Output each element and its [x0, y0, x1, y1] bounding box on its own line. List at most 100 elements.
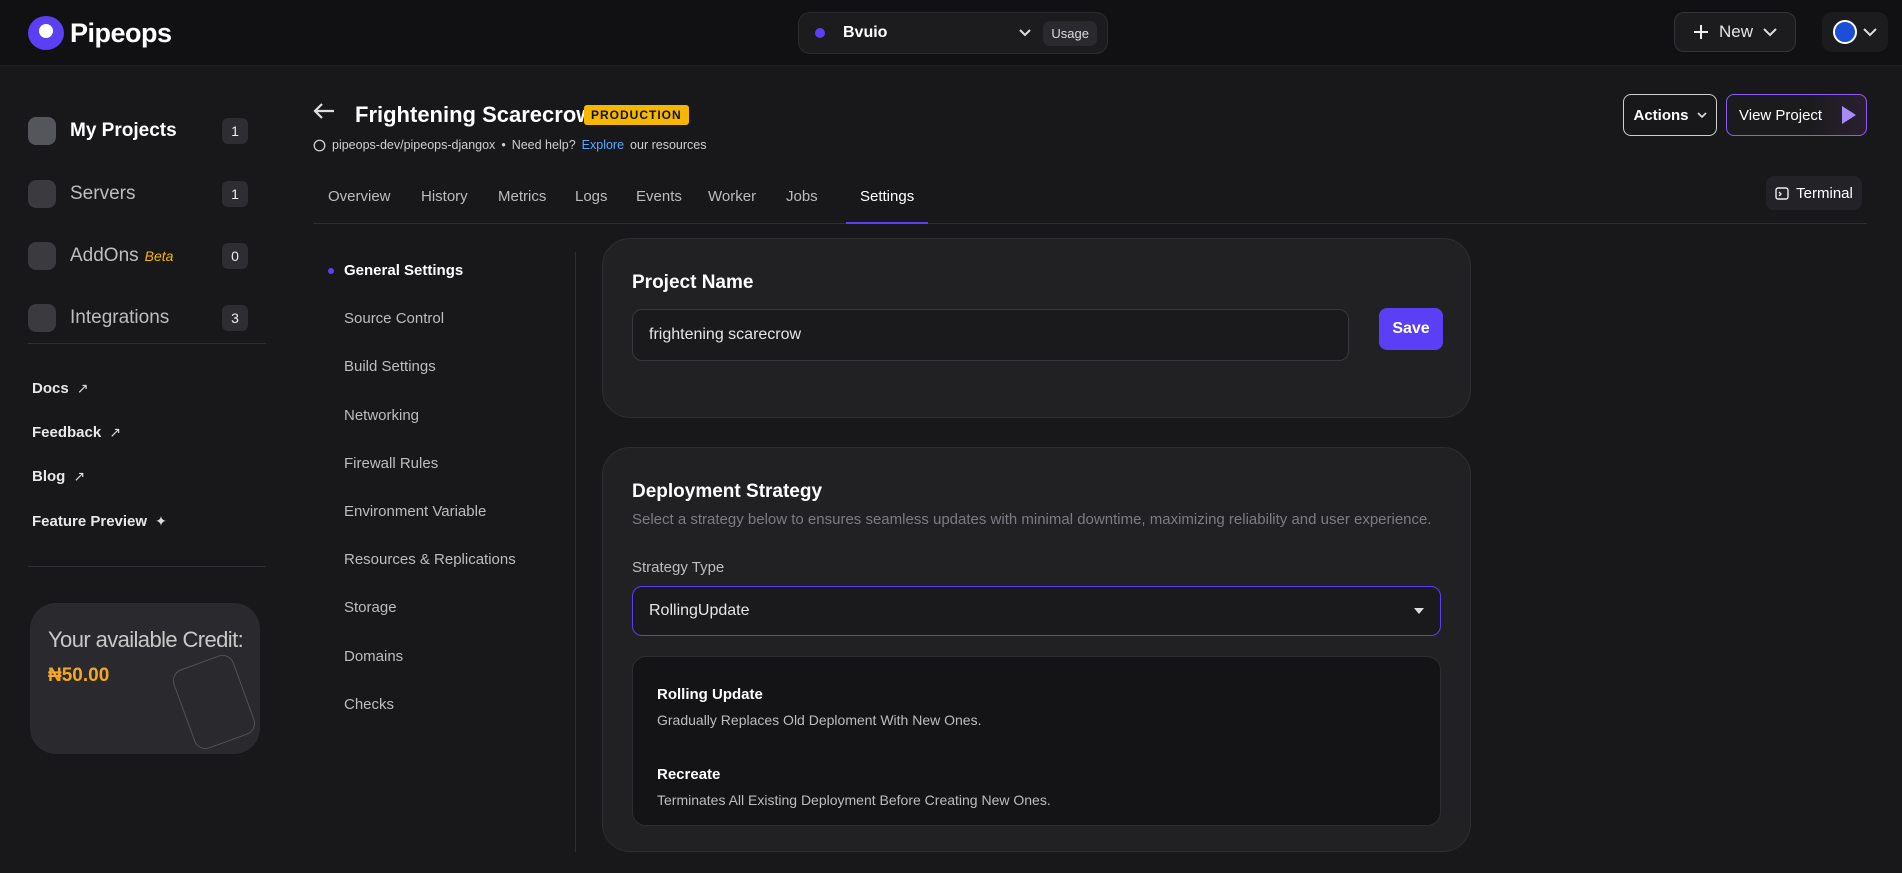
- puzzle-icon: [28, 304, 56, 332]
- explore-link[interactable]: Explore: [582, 138, 624, 152]
- plug-icon: [28, 242, 56, 270]
- settings-nav-build[interactable]: Build Settings: [344, 358, 436, 375]
- sidebar-item-addons[interactable]: AddOns Beta 0: [28, 239, 248, 273]
- help-suffix: our resources: [630, 138, 707, 152]
- feedback-link[interactable]: Feedback ↗: [32, 424, 121, 441]
- feature-preview-label: Feature Preview: [32, 513, 148, 530]
- active-indicator-icon: [328, 268, 334, 274]
- project-name-card: Project Name frightening scarecrow Save: [602, 238, 1471, 418]
- server-icon: [28, 180, 56, 208]
- count-badge: 1: [222, 181, 248, 207]
- docs-link[interactable]: Docs ↗: [32, 380, 88, 397]
- terminal-label: Terminal: [1796, 184, 1853, 202]
- tab-worker[interactable]: Worker: [708, 188, 756, 224]
- logo[interactable]: Pipeops: [28, 16, 172, 50]
- caret-down-icon: [1414, 608, 1424, 614]
- page-title: Frightening Scarecrow: [355, 102, 594, 127]
- option-description: Terminates All Existing Deployment Befor…: [657, 792, 1051, 808]
- tab-history[interactable]: History: [421, 188, 468, 224]
- settings-nav-firewall[interactable]: Firewall Rules: [344, 455, 438, 472]
- option-title: Rolling Update: [657, 686, 763, 703]
- card-title: Project Name: [632, 272, 754, 293]
- terminal-icon: [1775, 186, 1789, 200]
- settings-nav-networking[interactable]: Networking: [344, 407, 419, 424]
- separator-dot: •: [501, 138, 506, 152]
- settings-nav-resources[interactable]: Resources & Replications: [344, 551, 516, 568]
- terminal-button[interactable]: Terminal: [1766, 176, 1862, 210]
- beta-badge: Beta: [144, 248, 174, 264]
- feature-preview-link[interactable]: Feature Preview ✦: [32, 513, 167, 530]
- project-tabs: Overview History Metrics Logs Events Wor…: [313, 182, 1867, 224]
- github-icon: [313, 139, 326, 152]
- settings-nav-domains[interactable]: Domains: [344, 648, 403, 665]
- settings-nav-env-vars[interactable]: Environment Variable: [344, 503, 486, 520]
- sidebar-item-label: AddOns: [70, 245, 139, 266]
- option-description: Gradually Replaces Old Deploment With Ne…: [657, 712, 982, 728]
- card-title: Deployment Strategy: [632, 481, 823, 502]
- tab-overview[interactable]: Overview: [328, 188, 391, 224]
- strategy-type-label: Strategy Type: [632, 559, 725, 576]
- avatar: [1833, 20, 1857, 44]
- strategy-selected-value: RollingUpdate: [649, 602, 750, 619]
- external-link-icon: ↗: [73, 468, 86, 484]
- feedback-label: Feedback: [32, 424, 102, 441]
- chevron-down-icon: [1763, 27, 1777, 37]
- workspace-name: Bvuio: [843, 24, 888, 41]
- count-badge: 3: [222, 305, 248, 331]
- tab-jobs[interactable]: Jobs: [786, 188, 818, 224]
- credit-card: Your available Credit: ₦50.00: [30, 603, 260, 754]
- project-name-input[interactable]: frightening scarecrow: [632, 309, 1349, 361]
- count-badge: 0: [222, 243, 248, 269]
- blog-label: Blog: [32, 468, 66, 485]
- tab-settings[interactable]: Settings: [846, 188, 929, 224]
- settings-nav-checks[interactable]: Checks: [344, 696, 394, 713]
- sparkle-icon: ✦: [155, 513, 167, 529]
- settings-divider: [575, 252, 576, 852]
- wallet-illustration-icon: [169, 651, 259, 753]
- settings-nav-storage[interactable]: Storage: [344, 599, 397, 616]
- view-project-button[interactable]: View Project: [1726, 94, 1867, 136]
- sidebar-item-label: Servers: [70, 183, 136, 204]
- external-link-icon: ↗: [109, 424, 121, 440]
- plus-icon: [1693, 24, 1709, 40]
- profile-menu[interactable]: [1822, 12, 1888, 52]
- sidebar-item-label: Integrations: [70, 307, 170, 328]
- tab-logs[interactable]: Logs: [575, 188, 608, 224]
- save-button[interactable]: Save: [1379, 308, 1443, 350]
- back-arrow-icon[interactable]: [313, 102, 335, 120]
- sidebar-item-servers[interactable]: Servers 1: [28, 177, 248, 211]
- settings-nav-source-control[interactable]: Source Control: [344, 310, 444, 327]
- chevron-down-icon: [1696, 111, 1707, 119]
- strategy-dropdown: Rolling Update Gradually Replaces Old De…: [632, 656, 1441, 826]
- sidebar-item-integrations[interactable]: Integrations 3: [28, 301, 248, 335]
- help-text: Need help?: [511, 138, 576, 152]
- option-title: Recreate: [657, 766, 721, 783]
- environment-badge: PRODUCTION: [584, 105, 689, 125]
- actions-button[interactable]: Actions: [1623, 94, 1717, 136]
- tab-events[interactable]: Events: [636, 188, 682, 224]
- workspace-selector[interactable]: Bvuio Usage: [798, 12, 1108, 54]
- actions-label: Actions: [1633, 106, 1689, 124]
- docs-label: Docs: [32, 380, 69, 397]
- repo-name[interactable]: pipeops-dev/pipeops-djangox: [332, 138, 495, 152]
- sidebar-item-my-projects[interactable]: My Projects 1: [28, 114, 248, 148]
- count-badge: 1: [222, 118, 248, 144]
- repo-info: pipeops-dev/pipeops-djangox • Need help?…: [313, 138, 706, 152]
- top-bar: Pipeops Bvuio Usage New: [0, 0, 1902, 66]
- sidebar-item-label: My Projects: [70, 120, 177, 141]
- play-icon: [1842, 106, 1857, 124]
- new-button[interactable]: New: [1674, 12, 1796, 52]
- credit-title: Your available Credit:: [48, 627, 244, 652]
- rocket-logo-icon: [28, 16, 64, 50]
- document-icon: [28, 117, 56, 145]
- usage-button[interactable]: Usage: [1043, 20, 1097, 46]
- credit-amount: ₦50.00: [48, 665, 110, 686]
- workspace-dot-icon: [815, 28, 825, 38]
- sidebar-divider: [28, 343, 266, 344]
- strategy-type-select[interactable]: RollingUpdate: [632, 586, 1441, 636]
- tab-metrics[interactable]: Metrics: [498, 188, 546, 224]
- sidebar-divider: [28, 566, 266, 567]
- blog-link[interactable]: Blog ↗: [32, 468, 85, 485]
- settings-nav-general[interactable]: General Settings: [344, 262, 463, 279]
- chevron-down-icon: [1019, 29, 1033, 37]
